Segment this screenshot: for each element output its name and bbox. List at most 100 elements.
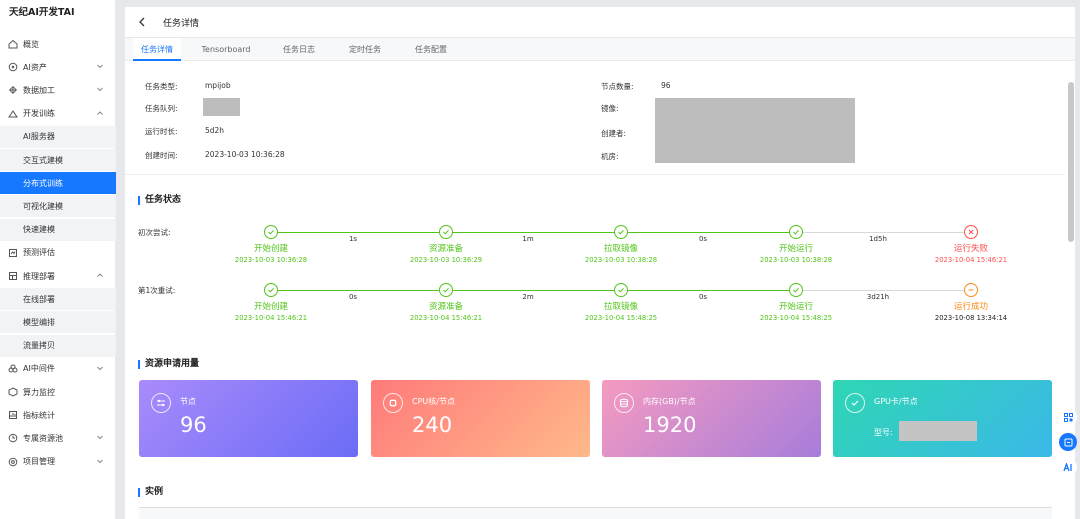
image-info-redacted (655, 98, 855, 163)
tab-task-log[interactable]: 任务日志 (271, 38, 327, 61)
scrollbar[interactable] (1068, 82, 1074, 242)
feedback-icon[interactable] (1059, 433, 1077, 451)
chevron-up-icon[interactable] (96, 271, 104, 279)
task-queue-label: 任务队列: (145, 104, 178, 113)
chevron-down-icon[interactable] (96, 433, 104, 441)
chevron-down-icon[interactable] (96, 364, 104, 372)
status-step-name: 开始创建 (253, 302, 288, 312)
tab-scheduled[interactable]: 定时任务 (337, 38, 393, 61)
instances-table-header (139, 507, 1052, 519)
status-duration: 0s (698, 235, 708, 243)
card-cpu-label: CPU核/节点 (412, 397, 455, 406)
sidebar-item-label: 模型编排 (23, 317, 55, 327)
check-icon (439, 225, 453, 239)
ai-assistant-icon[interactable] (1059, 458, 1077, 476)
room-label: 机房: (601, 152, 619, 161)
tab-bar: 任务详情 Tensorboard 任务日志 定时任务 任务配置 (125, 38, 1075, 61)
status-step-time: 2023-10-04 15:46:21 (409, 314, 483, 322)
sidebar-item-14[interactable]: AI中间件 (0, 358, 116, 380)
task-type-value: mpijob (205, 81, 231, 90)
sidebar: 天纪AI开发TAI 概览 AI资产 数据加工 开发训练 AI服务器 交互式建模 分布式训练可… (0, 0, 116, 519)
chevron-down-icon[interactable] (96, 85, 104, 93)
chevron-down-icon[interactable] (96, 62, 104, 70)
cpu-icon (383, 393, 403, 413)
sidebar-item-label: 可视化建模 (23, 201, 63, 211)
instances-section-title: 实例 (138, 488, 163, 497)
gpu-model-label: 型号: (874, 428, 893, 437)
monitor-icon (8, 387, 18, 397)
sidebar-item-12[interactable]: 模型编排 (0, 311, 116, 334)
sidebar-item-label: 预测评估 (23, 248, 55, 258)
check-icon (789, 225, 803, 239)
status-step-name: 开始运行 (778, 302, 813, 312)
sidebar-item-label: 项目管理 (23, 457, 55, 467)
check-circle-icon (845, 393, 865, 413)
status-step-time: 2023-10-04 15:48:25 (584, 314, 658, 322)
sidebar-item-6[interactable]: 分布式训练 (0, 172, 116, 195)
status-row-label: 第1次重试: (138, 286, 176, 295)
tab-task-detail[interactable]: 任务详情 (133, 38, 181, 61)
sidebar-item-10[interactable]: 推理部署 (0, 265, 116, 287)
sidebar-item-label: 在线部署 (23, 294, 55, 304)
qrcode-icon[interactable] (1059, 408, 1077, 426)
status-connector (796, 232, 971, 233)
sidebar-item-1[interactable]: AI资产 (0, 56, 116, 78)
sidebar-item-15[interactable]: 算力监控 (0, 381, 116, 403)
sidebar-item-11[interactable]: 在线部署 (0, 288, 116, 311)
sidebar-item-18[interactable]: 项目管理 (0, 451, 116, 473)
status-duration: 3d21h (866, 293, 890, 301)
home-icon (8, 39, 18, 49)
status-step-time: 2023-10-03 10:36:28 (234, 256, 308, 264)
tab-config[interactable]: 任务配置 (403, 38, 459, 61)
database-icon (614, 393, 634, 413)
chevron-down-icon[interactable] (96, 457, 104, 465)
stats-icon (8, 410, 18, 420)
sidebar-item-5[interactable]: 交互式建模 (0, 149, 116, 171)
page-title: 任务详情 (163, 18, 200, 29)
card-gpu: GPU卡/节点 型号: (833, 380, 1052, 457)
sidebar-item-label: 流量拷贝 (23, 341, 55, 351)
gpu-model-redacted (899, 421, 977, 441)
status-step-name: 资源准备 (428, 244, 463, 254)
runtime-value: 5d2h (205, 126, 225, 135)
sidebar-item-4[interactable]: AI服务器 (0, 125, 116, 148)
created-value: 2023-10-03 10:36:28 (205, 150, 285, 159)
status-step-name: 开始创建 (253, 244, 288, 254)
runtime-label: 运行时长: (145, 127, 178, 136)
image-label: 镜像: (601, 104, 619, 113)
card-gpu-label: GPU卡/节点 (874, 397, 918, 406)
card-nodes: 节点 96 (139, 380, 358, 457)
task-type-label: 任务类型: (145, 82, 178, 91)
card-cpu-value: 240 (412, 413, 453, 437)
status-connector (446, 290, 621, 291)
sidebar-item-7[interactable]: 可视化建模 (0, 195, 116, 218)
sidebar-item-8[interactable]: 快速建模 (0, 218, 116, 241)
dev-icon (8, 109, 18, 119)
status-row-label: 初次尝试: (138, 228, 171, 237)
status-step-name: 运行失败 (953, 244, 988, 254)
nodes-label: 节点数量: (601, 82, 634, 91)
check-icon (614, 283, 628, 297)
sidebar-item-3[interactable]: 开发训练 (0, 103, 116, 125)
project-icon (8, 457, 18, 467)
tab-tensorboard[interactable]: Tensorboard (191, 38, 261, 61)
resource-section-title: 资源申请用量 (138, 360, 199, 369)
created-label: 创建时间: (145, 151, 178, 160)
chevron-up-icon[interactable] (96, 109, 104, 117)
back-arrow-icon[interactable] (137, 17, 147, 27)
status-step-name: 拉取镜像 (603, 244, 638, 254)
sidebar-item-label: 专属资源池 (23, 433, 63, 443)
card-memory: 内存(GB)/节点 1920 (602, 380, 821, 457)
sidebar-item-16[interactable]: 指标统计 (0, 404, 116, 426)
check-icon (789, 283, 803, 297)
sidebar-item-2[interactable]: 数据加工 (0, 79, 116, 101)
status-step-time: 2023-10-04 15:46:21 (934, 256, 1008, 264)
top-bar: 任务详情 (125, 7, 1075, 38)
sidebar-item-label: 概览 (23, 39, 39, 49)
sidebar-item-17[interactable]: 专属资源池 (0, 427, 116, 449)
sidebar-item-9[interactable]: 预测评估 (0, 242, 116, 264)
status-duration: 2m (522, 293, 534, 301)
sidebar-item-0[interactable]: 概览 (0, 33, 116, 55)
card-memory-label: 内存(GB)/节点 (643, 397, 696, 406)
sidebar-item-13[interactable]: 流量拷贝 (0, 334, 116, 357)
